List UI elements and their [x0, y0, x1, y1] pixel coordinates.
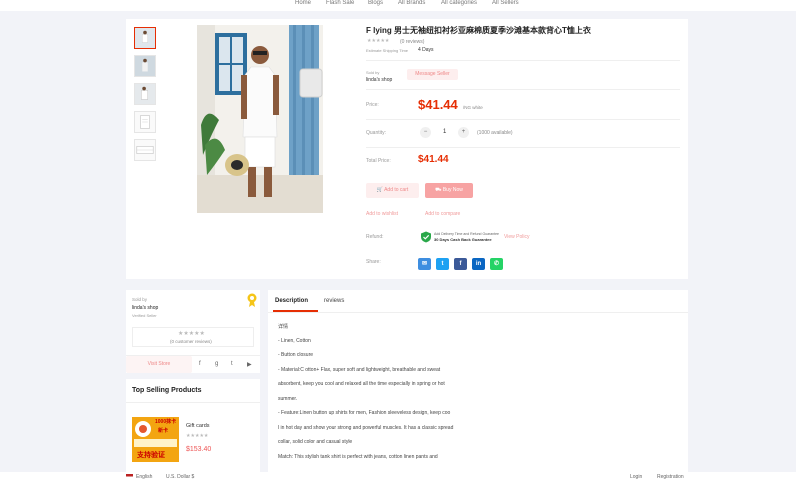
- description-line: l in hot day and show your strong and po…: [278, 425, 454, 431]
- view-policy-link[interactable]: View Policy: [504, 234, 529, 240]
- nav-all-categories[interactable]: All categories: [441, 0, 477, 7]
- total-price: $41.44: [418, 154, 449, 165]
- facebook-share-icon[interactable]: f: [454, 258, 467, 270]
- product-main-image[interactable]: [197, 25, 323, 213]
- add-to-cart-button[interactable]: 🛒 Add to cart: [366, 183, 419, 198]
- us-flag-icon: [126, 474, 133, 479]
- product-thumbnail-1[interactable]: [134, 27, 156, 49]
- reviews-count[interactable]: (0 reviews): [400, 39, 424, 45]
- divider: [366, 60, 680, 61]
- nav-blogs[interactable]: Blogs: [368, 0, 383, 7]
- shipping-time-value: 4 Days: [418, 47, 434, 53]
- facebook-icon[interactable]: f: [199, 361, 201, 367]
- twitter-icon[interactable]: t: [231, 361, 233, 367]
- price-unit: /NG white: [463, 105, 483, 110]
- whatsapp-share-icon[interactable]: ✆: [490, 258, 503, 270]
- available-count: (1000 available): [477, 130, 513, 136]
- product-thumbnail-3[interactable]: [134, 83, 156, 105]
- add-to-wishlist-link[interactable]: Add to wishlist: [366, 211, 398, 217]
- nav-home[interactable]: Home: [295, 0, 311, 7]
- gift-card-thumb-text: 支持验证: [137, 452, 165, 459]
- language-selector[interactable]: English: [136, 474, 152, 480]
- description-line: - Button closure: [278, 352, 314, 358]
- gift-card-logo-dot: [139, 425, 147, 433]
- top-selling-item-price: $153.40: [186, 446, 212, 453]
- top-navigation: Home Flash Sale Blogs All Brands All cat…: [0, 0, 796, 11]
- cart-icon: 🛒: [376, 187, 385, 193]
- visit-store-button[interactable]: Visit Store: [126, 356, 192, 373]
- quantity-label: Quantity:: [366, 130, 387, 136]
- divider: [366, 147, 680, 148]
- tab-description[interactable]: Description: [275, 298, 308, 304]
- email-share-icon[interactable]: ✉: [418, 258, 431, 270]
- divider: [126, 402, 260, 403]
- twitter-share-icon[interactable]: t: [436, 258, 449, 270]
- seller-reviews-count: (0 customer reviews): [170, 339, 212, 344]
- quantity-increase-button[interactable]: +: [458, 127, 469, 138]
- description-line: - Linen, Cotton: [278, 338, 311, 344]
- product-thumbnail-5[interactable]: [134, 139, 156, 161]
- buy-now-button[interactable]: ⛟ Buy Now: [425, 183, 473, 198]
- youtube-icon[interactable]: ▶: [247, 361, 252, 368]
- quantity-input[interactable]: 1: [443, 129, 446, 135]
- sold-by-label: Sold by: [366, 70, 380, 75]
- seller-shop-name[interactable]: linda's shop: [132, 305, 158, 311]
- description-line: 详情: [278, 324, 289, 330]
- divider: [366, 119, 680, 120]
- divider: [268, 312, 688, 313]
- shipping-time-label: Estimate Shipping Time: [366, 48, 409, 53]
- refund-note: Add Delivery Time and Refund Guarantee: [434, 232, 499, 236]
- shield-icon: [420, 231, 432, 243]
- add-to-compare-link[interactable]: Add to compare: [425, 211, 460, 217]
- size-table-icon: [135, 140, 155, 160]
- top-selling-title: Top Selling Products: [132, 387, 202, 394]
- description-line: Match: This stylish tank shirt is perfec…: [278, 454, 438, 460]
- currency-selector[interactable]: U.S. Dollar $: [166, 474, 194, 480]
- gift-card-thumb-band: [134, 439, 177, 447]
- refund-guarantee: 30 Days Cash Back Guarantee: [434, 237, 492, 242]
- shirt-photo-icon: [135, 28, 155, 48]
- description-line: collar, solid color and casual style: [278, 439, 353, 445]
- total-price-label: Total Price:: [366, 158, 391, 164]
- rating-stars: ★★★★★: [367, 38, 390, 44]
- top-selling-item-name[interactable]: Gift cards: [186, 423, 210, 429]
- linkedin-share-icon[interactable]: in: [472, 258, 485, 270]
- tab-reviews[interactable]: reviews: [324, 298, 344, 304]
- product-thumbnail-2[interactable]: [134, 55, 156, 77]
- product-thumbnail-4[interactable]: [134, 111, 156, 133]
- google-icon[interactable]: g: [215, 361, 218, 367]
- message-seller-button[interactable]: Message Seller: [407, 69, 458, 80]
- login-link[interactable]: Login: [630, 474, 642, 480]
- top-selling-item-stars: ★★★★★: [186, 433, 209, 439]
- share-label: Share:: [366, 259, 381, 265]
- description-line: - Feature:Linen button up shirts for men…: [278, 410, 451, 416]
- refund-label: Refund:: [366, 234, 384, 240]
- description-line: - Material:C otton+ Flax, super soft and…: [278, 367, 441, 373]
- product-price: $41.44: [418, 97, 458, 112]
- gift-card-thumb-text: 1000抹卡: [155, 419, 177, 425]
- price-label: Price:: [366, 102, 379, 108]
- nav-all-brands[interactable]: All Brands: [398, 0, 425, 7]
- gift-card-thumb-text: 新卡: [158, 428, 169, 434]
- seller-sold-by-label: Sold by: [132, 297, 148, 302]
- seller-rating-stars: ★★★★★: [178, 331, 205, 337]
- seller-name[interactable]: linda's shop: [366, 77, 392, 83]
- divider: [366, 89, 680, 90]
- bottom-bar: English U.S. Dollar $ Login Registration: [0, 472, 796, 481]
- size-chart-icon: [135, 112, 155, 132]
- nav-all-sellers[interactable]: All Sellers: [492, 0, 519, 7]
- bag-icon: ⛟: [435, 187, 443, 193]
- nav-flash-sale[interactable]: Flash Sale: [326, 0, 354, 7]
- shirt-photo-icon: [135, 84, 155, 104]
- quantity-decrease-button[interactable]: −: [420, 127, 431, 138]
- product-title: F lying 男士无袖纽扣衬衫亚麻棉质夏季沙滩基本款背心T恤上衣: [366, 26, 591, 35]
- description-line: absorbent, keep you cool and relaxed all…: [278, 381, 445, 387]
- gift-card-thumbnail[interactable]: 1000抹卡 新卡 支持验证: [132, 417, 179, 462]
- man-in-linen-shirt-photo-icon: [197, 25, 323, 213]
- verified-badge-icon: [247, 293, 257, 307]
- description-line: summer.: [278, 396, 298, 402]
- shirt-photo-icon: [135, 56, 155, 76]
- verified-seller-label: Verified Seller: [132, 313, 157, 318]
- registration-link[interactable]: Registration: [657, 474, 684, 480]
